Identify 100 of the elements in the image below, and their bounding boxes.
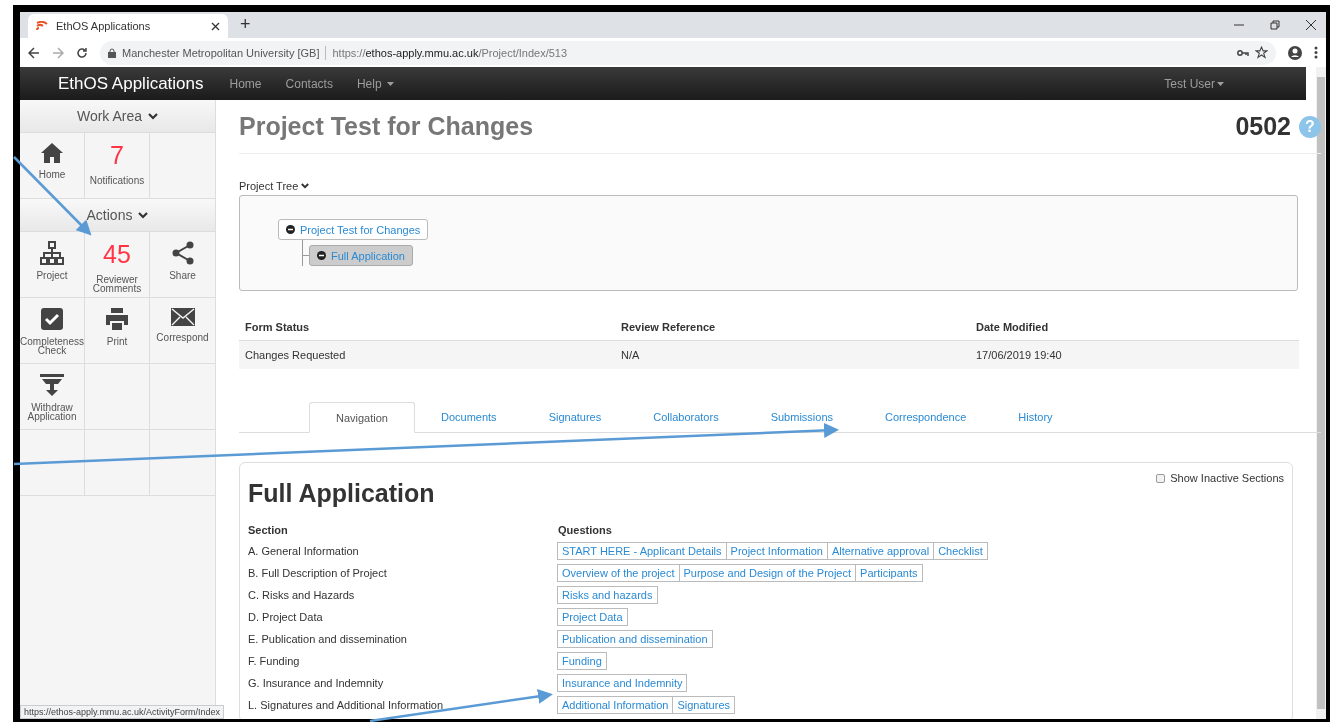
nav-link[interactable]: Help bbox=[356, 76, 394, 91]
nav-link[interactable]: Contacts bbox=[285, 76, 333, 91]
tile-label: Correspond bbox=[156, 333, 209, 342]
column-header: Review Reference bbox=[621, 320, 717, 333]
tree-label[interactable]: Project Tree bbox=[239, 180, 299, 192]
section-name: L. Signatures and Additional Information bbox=[248, 699, 445, 711]
close-icon[interactable] bbox=[211, 21, 220, 31]
question-link[interactable]: Funding bbox=[557, 652, 607, 670]
column-header: Form Status bbox=[245, 320, 311, 333]
lock-icon bbox=[108, 47, 116, 58]
column-header: Date Modified bbox=[976, 320, 1050, 333]
tab[interactable]: Signatures bbox=[522, 402, 628, 432]
chevron-down-icon bbox=[148, 112, 159, 120]
collapse-icon[interactable] bbox=[317, 251, 326, 260]
tile-label: Home bbox=[38, 170, 66, 179]
account-icon[interactable] bbox=[1288, 45, 1302, 60]
question-link[interactable]: Signatures bbox=[672, 696, 735, 714]
tab[interactable]: History bbox=[992, 402, 1079, 432]
browser-tab[interactable]: EthOS Applications bbox=[28, 14, 228, 38]
section-name: F. Funding bbox=[248, 655, 301, 667]
question-link[interactable]: Risks and hazards bbox=[557, 586, 658, 604]
tab-title: EthOS Applications bbox=[56, 20, 152, 32]
tab[interactable]: Submissions bbox=[744, 402, 859, 432]
tile-label: Print bbox=[106, 337, 128, 346]
checkbox-icon bbox=[40, 307, 64, 331]
form-title: Full Application bbox=[248, 479, 436, 508]
back-icon[interactable] bbox=[28, 46, 40, 59]
question-link[interactable]: Alternative approval bbox=[826, 542, 935, 560]
user-menu[interactable]: Test User bbox=[1164, 76, 1224, 91]
chevron-down-icon bbox=[138, 211, 149, 219]
question-link[interactable]: Overview of the project bbox=[557, 564, 680, 582]
hierarchy-icon bbox=[40, 241, 64, 265]
menu-icon[interactable] bbox=[1314, 46, 1318, 59]
column-header: Questions bbox=[558, 524, 613, 536]
url-text: https://ethos-apply.mmu.ac.uk/Project/Index/513 bbox=[332, 46, 568, 59]
section-name: G. Insurance and Indemnity bbox=[248, 677, 385, 689]
star-icon[interactable] bbox=[1255, 46, 1268, 59]
reload-icon[interactable] bbox=[76, 46, 88, 59]
status-url: https://ethos-apply.mmu.ac.uk/ActivityForm/Index bbox=[20, 705, 224, 719]
caret-icon bbox=[1217, 82, 1224, 87]
address-bar[interactable]: Manchester Metropolitan University [GB] https://ethos-apply.mmu.ac.uk/Project/Index/513 bbox=[100, 40, 1276, 65]
section-title: Actions bbox=[86, 207, 133, 223]
tab[interactable]: Documents bbox=[415, 402, 523, 432]
tile-label: Withdraw Application bbox=[26, 403, 78, 421]
section-name: A. General Information bbox=[248, 545, 360, 557]
sidebar-tile[interactable]: 7 Notifications bbox=[85, 133, 150, 199]
tree-node[interactable]: Full Application bbox=[309, 245, 413, 266]
tile-label: Reviewer Comments bbox=[91, 275, 143, 293]
new-tab-button[interactable]: + bbox=[240, 14, 251, 35]
sidebar-tile[interactable]: Home bbox=[20, 133, 85, 199]
section-name: E. Publication and dissemination bbox=[248, 633, 408, 645]
question-link[interactable]: Additional Information bbox=[557, 696, 674, 714]
restore-icon[interactable] bbox=[1270, 20, 1280, 30]
section-name: D. Project Data bbox=[248, 611, 324, 623]
question-link[interactable]: Project Information bbox=[725, 542, 828, 560]
sidebar-tile[interactable]: 45 Reviewer Comments bbox=[85, 232, 150, 298]
site-identity: Manchester Metropolitan University [GB] bbox=[122, 46, 320, 59]
close-icon[interactable] bbox=[1306, 20, 1316, 30]
table-cell-text: 17/06/2019 19:40 bbox=[976, 349, 1063, 361]
app-brand[interactable]: EthOS Applications bbox=[58, 73, 204, 94]
key-icon[interactable] bbox=[1237, 48, 1249, 57]
sidebar-tile[interactable]: Completeness Check bbox=[20, 298, 85, 364]
tab[interactable]: Navigation bbox=[309, 402, 415, 433]
tile-label: Completeness Check bbox=[20, 337, 84, 355]
tree-node[interactable]: Project Test for Changes bbox=[278, 219, 429, 240]
question-link[interactable]: START HERE - Applicant Details bbox=[557, 542, 727, 560]
tab[interactable]: Collaborators bbox=[627, 402, 745, 432]
section-name: B. Full Description of Project bbox=[248, 567, 388, 579]
tile-label: Notifications bbox=[89, 176, 145, 185]
print-icon bbox=[105, 307, 129, 331]
tile-count: 7 bbox=[110, 142, 124, 168]
wifi-logo-icon bbox=[36, 21, 48, 31]
tile-label: Project bbox=[36, 271, 68, 280]
scrollbar[interactable] bbox=[1316, 67, 1326, 719]
question-link[interactable]: Publication and dissemination bbox=[557, 630, 713, 648]
chevron-down-icon bbox=[301, 183, 310, 189]
column-header: Section bbox=[248, 524, 289, 536]
tile-count: 45 bbox=[103, 241, 131, 267]
share-icon bbox=[170, 241, 195, 265]
tab[interactable]: Correspondence bbox=[859, 402, 993, 432]
question-link[interactable]: Project Data bbox=[557, 608, 628, 626]
table-cell-text: Changes Requested bbox=[245, 349, 347, 361]
sidebar-tile[interactable]: Withdraw Application bbox=[20, 364, 85, 430]
sidebar-tile[interactable]: Project bbox=[20, 232, 85, 298]
home-icon bbox=[40, 142, 64, 164]
tile-label: Share bbox=[169, 271, 196, 280]
question-link[interactable]: Checklist bbox=[933, 542, 988, 560]
sidebar-tile[interactable]: Print bbox=[85, 298, 150, 364]
collapse-icon[interactable] bbox=[286, 225, 295, 234]
question-link[interactable]: Participants bbox=[855, 564, 923, 582]
nav-link[interactable]: Home bbox=[229, 76, 262, 91]
envelope-icon bbox=[169, 307, 196, 327]
table-cell-text: N/A bbox=[621, 349, 641, 361]
withdraw-icon bbox=[39, 373, 65, 397]
question-link[interactable]: Insurance and Indemnity bbox=[557, 674, 688, 692]
question-link[interactable]: Purpose and Design of the Project bbox=[678, 564, 857, 582]
project-number: 0502 bbox=[1235, 112, 1291, 141]
project-title: Project Test for Changes bbox=[239, 112, 535, 141]
section-name: C. Risks and Hazards bbox=[248, 589, 356, 601]
section-title: Work Area bbox=[76, 108, 143, 124]
